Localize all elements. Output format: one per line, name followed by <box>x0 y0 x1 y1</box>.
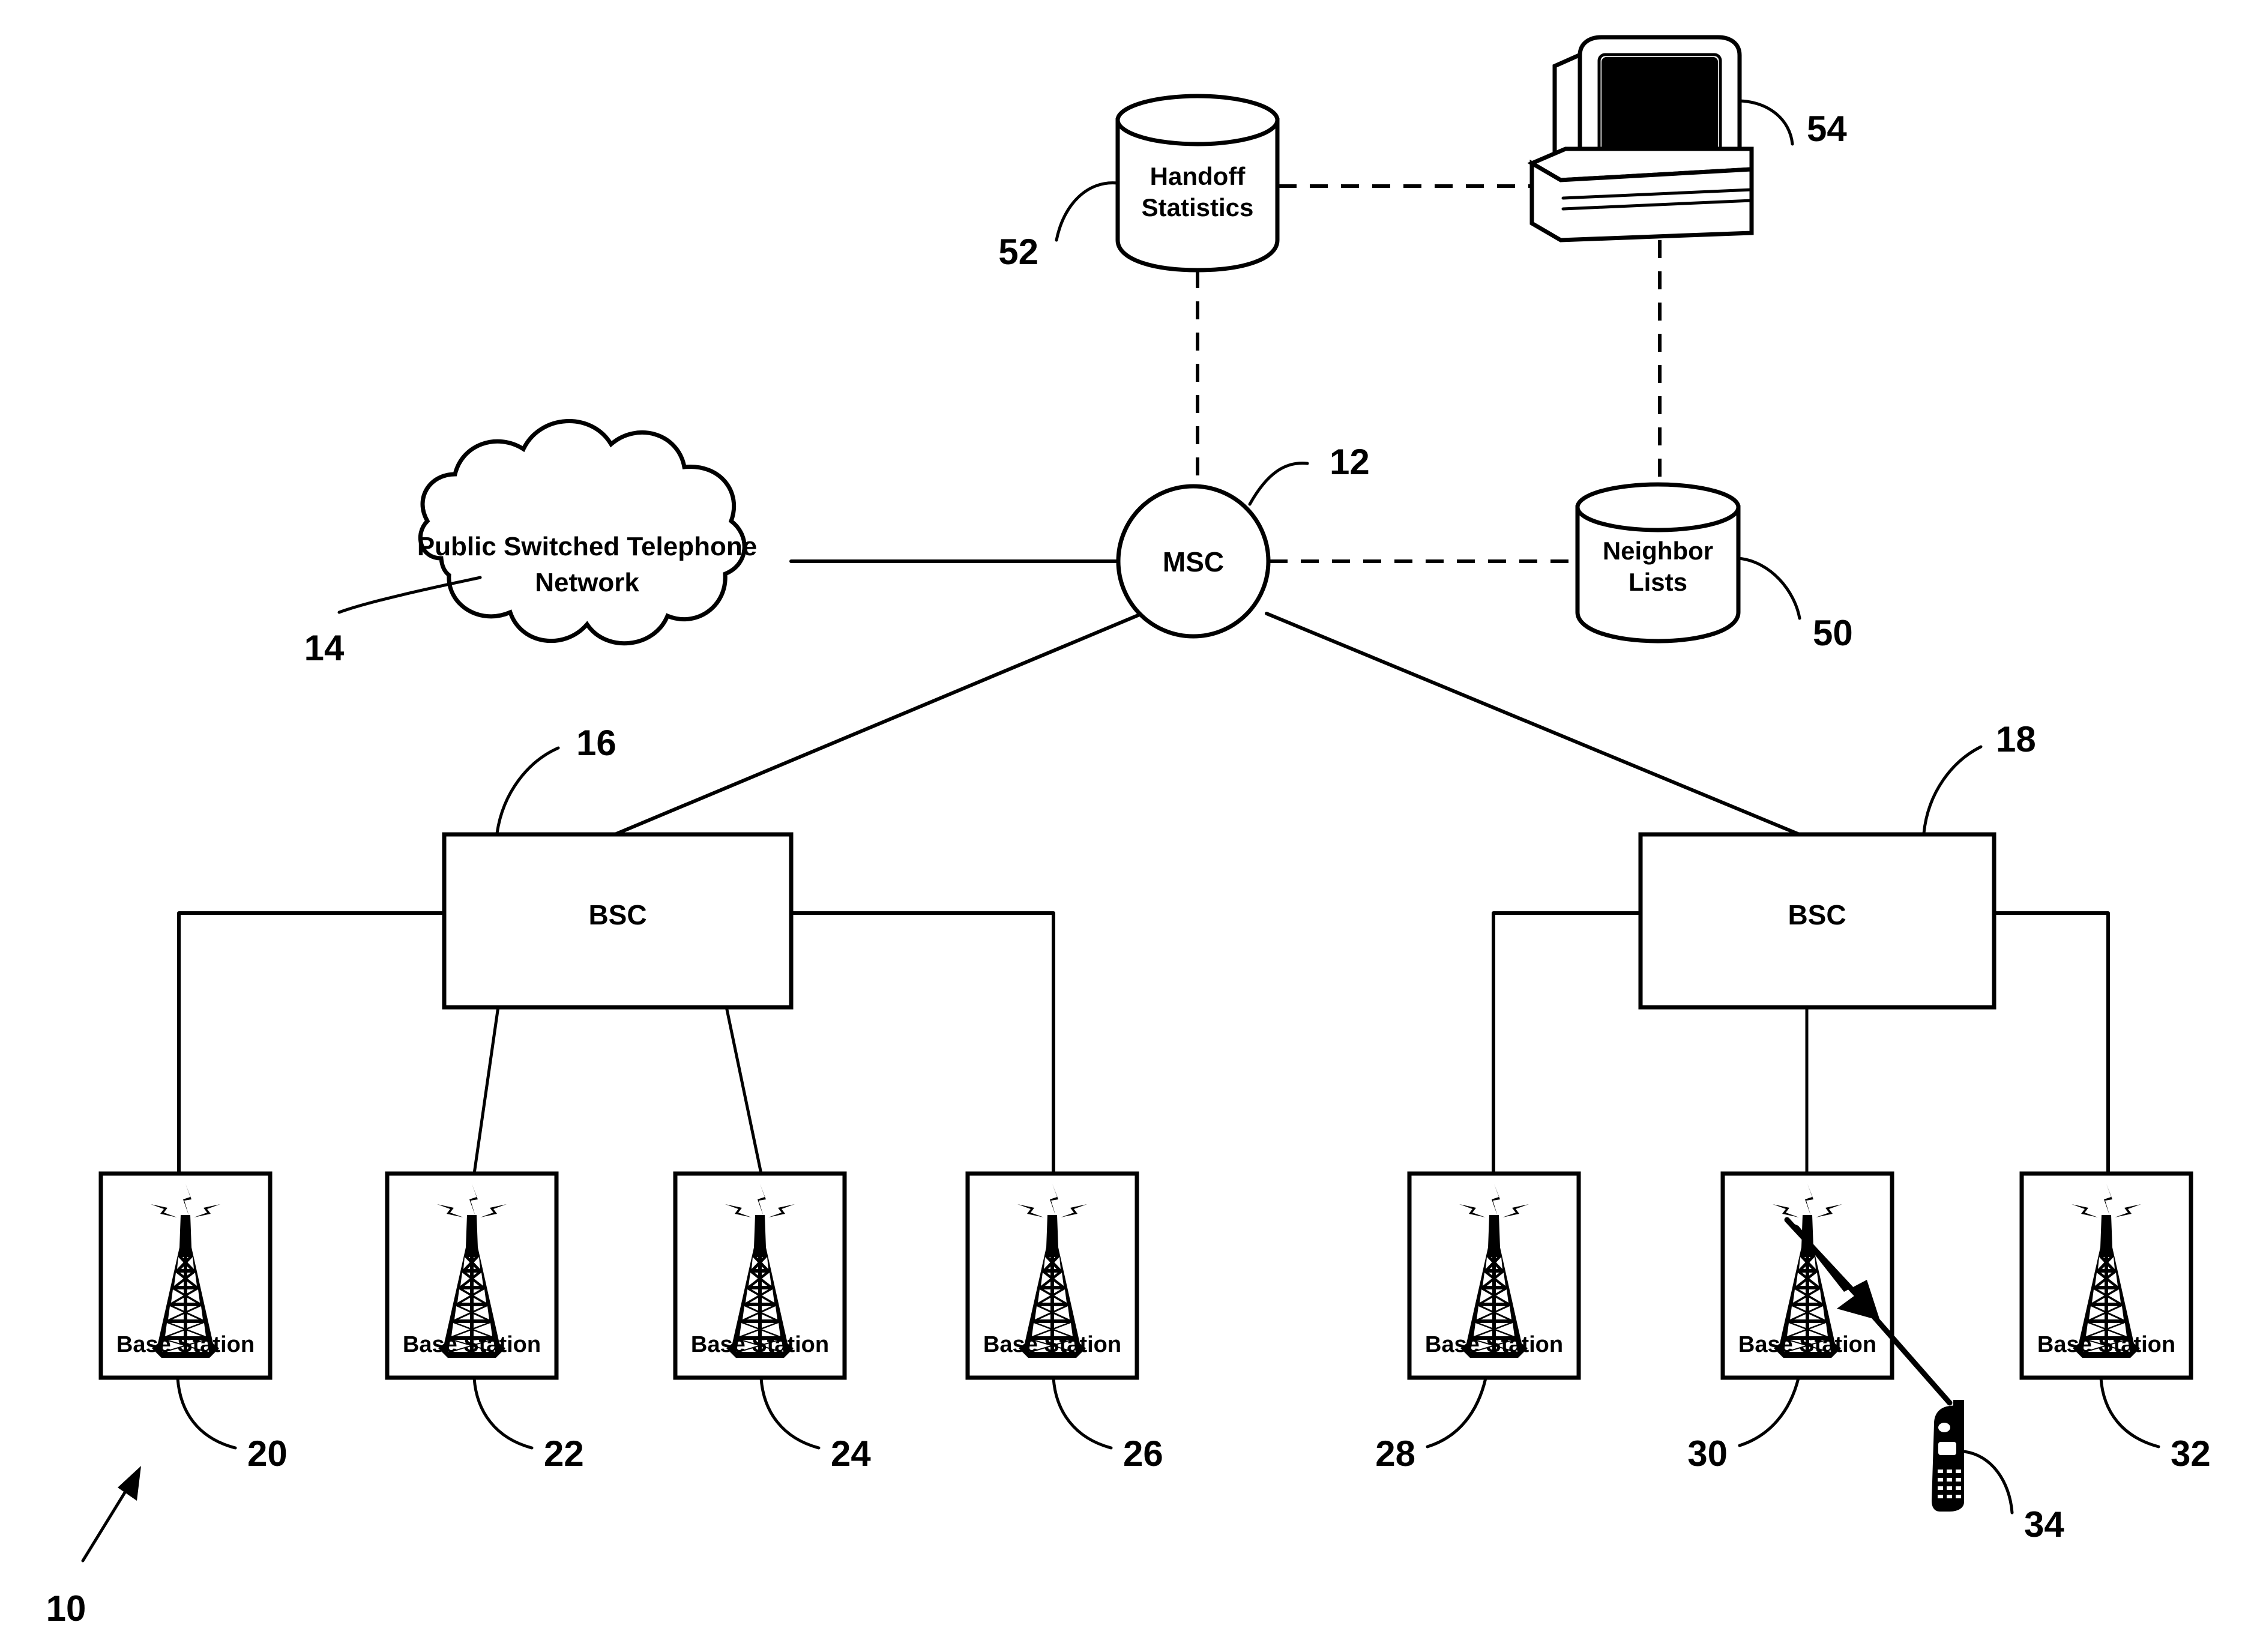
leader-neighbor-lists-ref <box>1737 556 1801 620</box>
bsc-right-node[interactable]: BSC <box>1638 832 1996 1010</box>
ref-label-30: 30 <box>1687 1433 1728 1474</box>
base-station-label: Base Station <box>403 1332 541 1357</box>
ref-label-32: 32 <box>2171 1433 2211 1474</box>
system-reference-arrow-head <box>118 1466 141 1501</box>
link-bsc-left-to-bs-24 <box>725 1005 763 1175</box>
leader-bs-22-ref <box>472 1376 534 1450</box>
workstation-computer[interactable] <box>1527 35 1754 243</box>
ref-label-20: 20 <box>247 1433 288 1474</box>
ref-label-16: 16 <box>576 723 616 763</box>
base-station-22[interactable]: Base Station <box>385 1171 559 1380</box>
leader-bs-28-ref <box>1426 1376 1487 1449</box>
base-station-label: Base Station <box>983 1332 1121 1357</box>
bsc-right-label: BSC <box>1788 899 1846 930</box>
leader-bsc-left-ref <box>495 746 560 835</box>
base-station-26[interactable]: Base Station <box>965 1171 1139 1380</box>
neighbor-lists-database[interactable]: Neighbor Lists <box>1575 482 1741 644</box>
link-bsc-right-to-bs-28 <box>1492 911 1642 1175</box>
base-station-label: Base Station <box>691 1332 829 1357</box>
pstn-cloud-node[interactable]: Public Switched Telephone Network <box>417 418 757 646</box>
leader-msc-ref <box>1248 462 1309 506</box>
pstn-label-line2: Network <box>535 568 639 597</box>
leader-bs-20-ref <box>176 1376 237 1450</box>
base-station-30[interactable]: Base Station <box>1720 1171 1894 1380</box>
link-bsc-right-to-bs-32 <box>1992 911 2110 1175</box>
base-station-label: Base Station <box>2037 1332 2175 1357</box>
leader-mobile-ref <box>1962 1450 2014 1515</box>
msc-node[interactable]: MSC <box>1116 484 1271 639</box>
link-bsc-left-to-bs-22 <box>472 1005 500 1175</box>
neighbor-lists-label-line2: Lists <box>1629 568 1687 596</box>
neighbor-lists-label-line1: Neighbor <box>1603 537 1713 565</box>
system-reference-arrow-shaft <box>81 1481 133 1563</box>
base-station-32[interactable]: Base Station <box>2019 1171 2193 1380</box>
monitor-screen <box>1602 57 1718 153</box>
ref-label-28: 28 <box>1375 1433 1415 1474</box>
ref-label-52: 52 <box>998 232 1038 272</box>
handoff-statistics-label-line1: Handoff <box>1150 162 1246 190</box>
ref-label-26: 26 <box>1123 1433 1163 1474</box>
leader-bs-30-ref <box>1738 1376 1800 1447</box>
leader-handoff-statistics-ref <box>1055 181 1119 242</box>
base-station-20[interactable]: Base Station <box>98 1171 273 1380</box>
base-station-label: Base Station <box>1738 1332 1876 1357</box>
pstn-label-line1: Public Switched Telephone <box>417 532 757 561</box>
ref-label-18: 18 <box>1996 719 2036 759</box>
handoff-statistics-label-line2: Statistics <box>1142 193 1254 222</box>
handoff-statistics-database[interactable]: Handoff Statistics <box>1115 94 1280 273</box>
link-bsc-left-to-bs-26 <box>789 911 1055 1175</box>
base-station-label: Base Station <box>116 1332 255 1357</box>
neighbor-lists-cylinder-top <box>1575 482 1741 532</box>
leader-bs-32-ref <box>2099 1376 2160 1449</box>
ref-label-34: 34 <box>2024 1504 2064 1545</box>
bsc-left-node[interactable]: BSC <box>442 832 794 1010</box>
network-architecture-diagram: Public Switched Telephone Network 14 MSC… <box>46 35 2211 1629</box>
ref-label-24: 24 <box>831 1433 871 1474</box>
ref-label-22: 22 <box>544 1433 584 1474</box>
handoff-statistics-cylinder-top <box>1115 94 1280 146</box>
leader-workstation-ref <box>1738 99 1794 146</box>
link-msc-to-bsc-left <box>612 612 1144 837</box>
ref-label-54: 54 <box>1807 109 1847 149</box>
ref-label-10: 10 <box>46 1588 86 1629</box>
leader-bs-26-ref <box>1052 1376 1113 1450</box>
patent-figure-canvas: Public Switched Telephone Network 14 MSC… <box>0 0 2251 1652</box>
link-msc-to-bsc-right <box>1265 612 1803 837</box>
handset-screen <box>1938 1442 1956 1455</box>
ref-label-50: 50 <box>1813 613 1853 653</box>
mobile-handset[interactable] <box>1932 1400 1964 1512</box>
msc-label: MSC <box>1163 546 1224 577</box>
base-station-label: Base Station <box>1425 1332 1563 1357</box>
bsc-left-label: BSC <box>588 899 646 930</box>
leader-bs-24-ref <box>759 1376 821 1450</box>
ref-label-12: 12 <box>1330 442 1370 482</box>
link-bsc-left-to-bs-20 <box>177 911 446 1175</box>
leader-bsc-right-ref <box>1922 745 1983 835</box>
handset-earpiece <box>1938 1423 1950 1432</box>
base-station-24[interactable]: Base Station <box>673 1171 847 1380</box>
base-station-28[interactable]: Base Station <box>1407 1171 1581 1380</box>
ref-label-14: 14 <box>304 628 345 668</box>
